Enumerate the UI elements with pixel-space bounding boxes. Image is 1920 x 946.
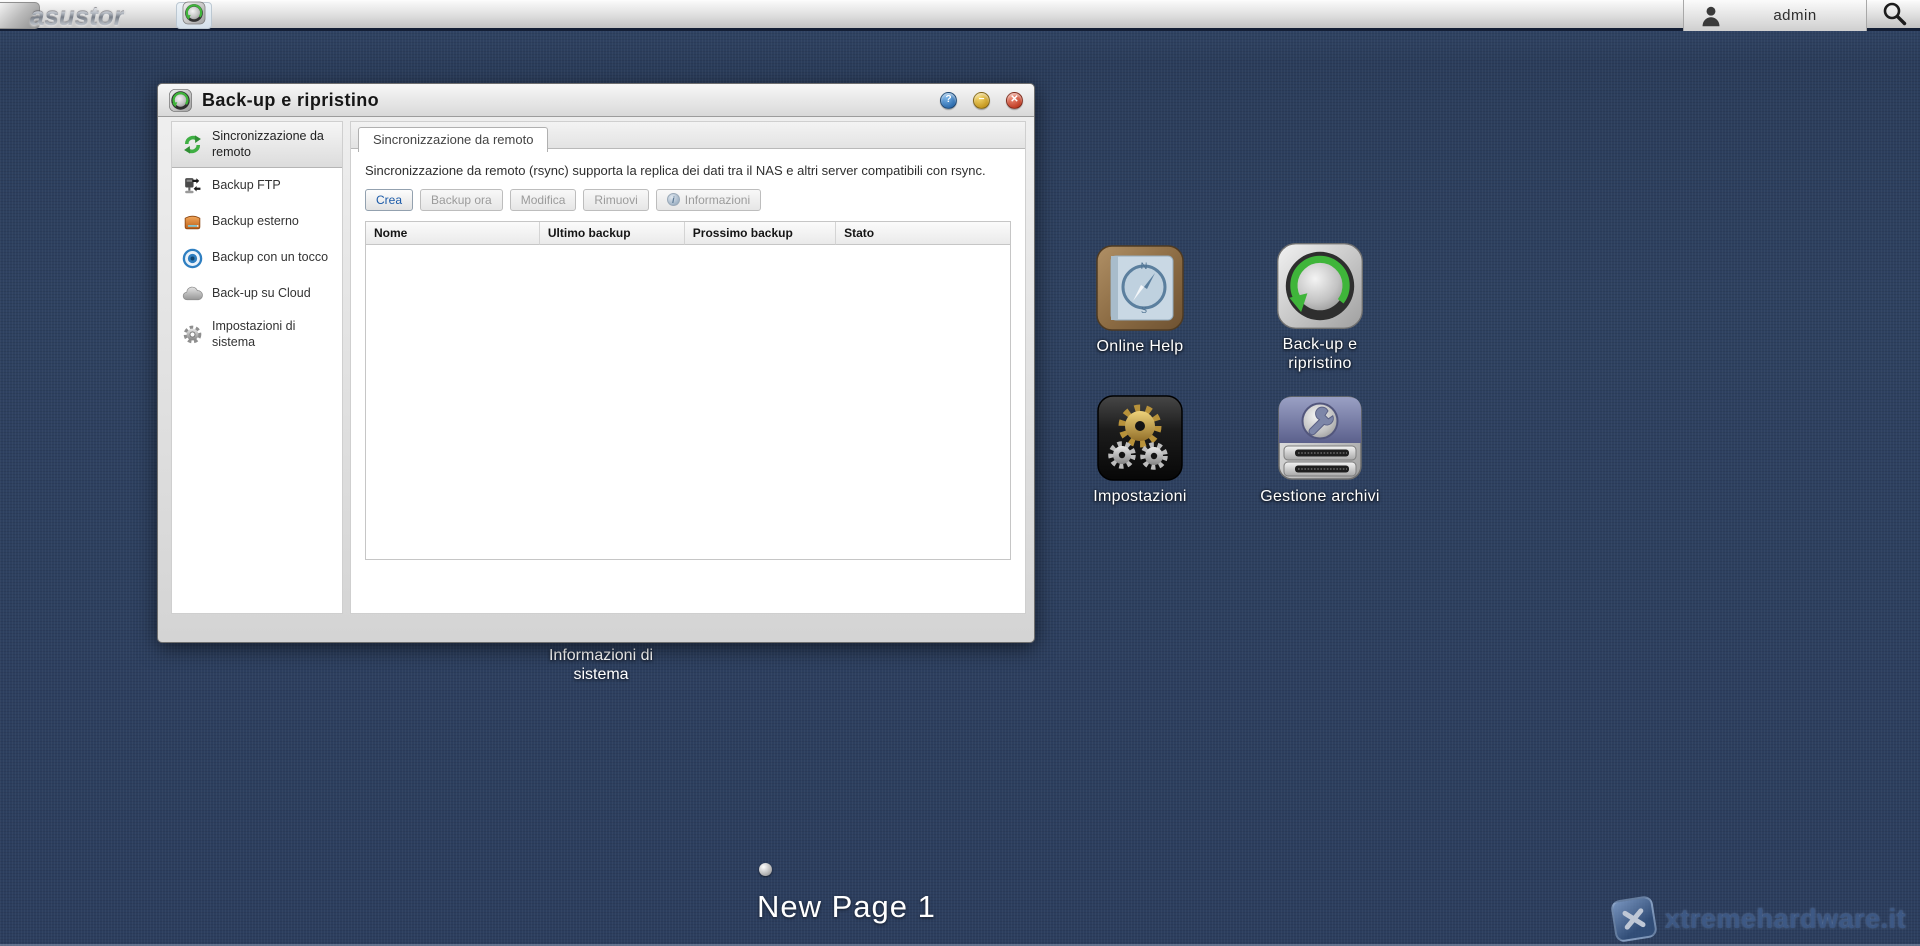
- table-header-row: Nome Ultimo backup Prossimo backup Stato: [366, 222, 1010, 245]
- sidebar-item-one-touch-backup[interactable]: Backup con un tocco: [172, 240, 342, 276]
- xtremehardware-logo-icon: [1610, 895, 1658, 943]
- table-body-empty: [366, 245, 1010, 559]
- close-button[interactable]: ✕: [1006, 92, 1023, 109]
- sidebar-item-label: Backup con un tocco: [212, 250, 328, 266]
- backup-restore-icon: [1275, 241, 1365, 331]
- svg-text:N: N: [1141, 261, 1148, 271]
- one-touch-icon: [181, 247, 203, 269]
- window-app-icon backup-restore-icon: [169, 89, 192, 112]
- bullet-dot: [759, 863, 772, 876]
- desktop-background: asustor admin: [0, 0, 1920, 946]
- asustor-logo: asustor: [30, 1, 124, 32]
- create-button[interactable]: Crea: [365, 189, 413, 211]
- desktop-icon-system-information-label[interactable]: Informazioni di sistema: [540, 647, 662, 685]
- desktop-icon-label: Online Help: [1097, 338, 1184, 357]
- remove-button: Rimuovi: [583, 189, 648, 211]
- tab-remote-sync[interactable]: Sincronizzazione da remoto: [358, 127, 548, 152]
- sidebar-item-label: Back-up su Cloud: [212, 286, 311, 302]
- site-watermark: xtremehardware.it: [1613, 898, 1906, 940]
- window-body: Sincronizzazione da remoto Backup: [158, 117, 1034, 614]
- svg-text:S: S: [1141, 305, 1147, 315]
- information-button: i Informazioni: [656, 189, 761, 211]
- sidebar-item-label: Backup FTP: [212, 178, 281, 194]
- page-title: New Page 1: [757, 889, 936, 925]
- window-title: Back-up e ripristino: [202, 90, 924, 111]
- column-header-ultimo-backup[interactable]: Ultimo backup: [540, 222, 685, 245]
- ftp-backup-icon: [181, 175, 203, 197]
- sidebar-item-system-settings[interactable]: Impostazioni di sistema: [172, 312, 342, 357]
- remote-sync-icon: [181, 134, 203, 156]
- search-button[interactable]: [1878, 2, 1910, 29]
- desktop-icon-storage-manager[interactable]: Gestione archivi: [1258, 393, 1382, 507]
- window-sidebar: Sincronizzazione da remoto Backup: [171, 121, 343, 614]
- external-drive-icon: [181, 211, 203, 233]
- sidebar-item-ftp-backup[interactable]: Backup FTP: [172, 168, 342, 204]
- sidebar-item-remote-sync[interactable]: Sincronizzazione da remoto: [172, 122, 342, 168]
- desktop-icon-backup-restore[interactable]: Back-up e ripristino: [1258, 241, 1382, 374]
- sidebar-item-cloud-backup[interactable]: Back-up su Cloud: [172, 276, 342, 312]
- column-header-prossimo-backup[interactable]: Prossimo backup: [685, 222, 836, 245]
- sidebar-item-label: Sincronizzazione da remoto: [212, 129, 336, 160]
- description-text: Sincronizzazione da remoto (rsync) suppo…: [351, 149, 1025, 180]
- desktop-icon-label: Gestione archivi: [1260, 488, 1380, 507]
- backup-jobs-table: Nome Ultimo backup Prossimo backup Stato: [365, 221, 1011, 560]
- storage-manager-icon: [1275, 393, 1365, 483]
- toolbar: Crea Backup ora Modifica Rimuovi i Infor…: [351, 180, 1025, 211]
- desktop-icon-label: Impostazioni: [1093, 488, 1186, 507]
- tab-strip: Sincronizzazione da remoto: [351, 122, 1025, 149]
- minimize-button[interactable]: −: [973, 92, 990, 109]
- watermark-text: xtremehardware.it: [1665, 904, 1906, 935]
- user-name: admin: [1724, 7, 1866, 24]
- gear-icon: [181, 324, 203, 346]
- person-icon: [1698, 3, 1724, 29]
- backup-now-button: Backup ora: [420, 189, 503, 211]
- information-button-label: Informazioni: [685, 193, 750, 207]
- window-content: Sincronizzazione da remoto Sincronizzazi…: [350, 121, 1026, 614]
- taskbar-active-app[interactable]: [176, 2, 212, 29]
- backup-restore-window: Back-up e ripristino ? − ✕ Si: [157, 83, 1035, 643]
- desktop-icon-online-help[interactable]: N S Online Help: [1078, 243, 1202, 357]
- column-header-stato[interactable]: Stato: [836, 222, 1010, 245]
- sidebar-item-external-backup[interactable]: Backup esterno: [172, 204, 342, 240]
- backup-restore-icon: [182, 1, 206, 30]
- search-icon: [1881, 0, 1908, 32]
- top-taskbar: asustor admin: [0, 0, 1920, 31]
- edit-button: Modifica: [510, 189, 577, 211]
- desktop-icon-settings[interactable]: Impostazioni: [1078, 393, 1202, 507]
- online-help-icon: N S: [1095, 243, 1185, 333]
- sidebar-item-label: Impostazioni di sistema: [212, 319, 336, 350]
- desktop-icon-label: Back-up e ripristino: [1258, 336, 1382, 374]
- column-header-nome[interactable]: Nome: [366, 222, 540, 245]
- settings-icon: [1095, 393, 1185, 483]
- info-icon: i: [667, 193, 680, 206]
- user-menu-button[interactable]: admin: [1683, 0, 1867, 31]
- window-titlebar[interactable]: Back-up e ripristino ? − ✕: [158, 84, 1034, 117]
- cloud-icon: [181, 283, 203, 305]
- help-button[interactable]: ?: [940, 92, 957, 109]
- sidebar-item-label: Backup esterno: [212, 214, 299, 230]
